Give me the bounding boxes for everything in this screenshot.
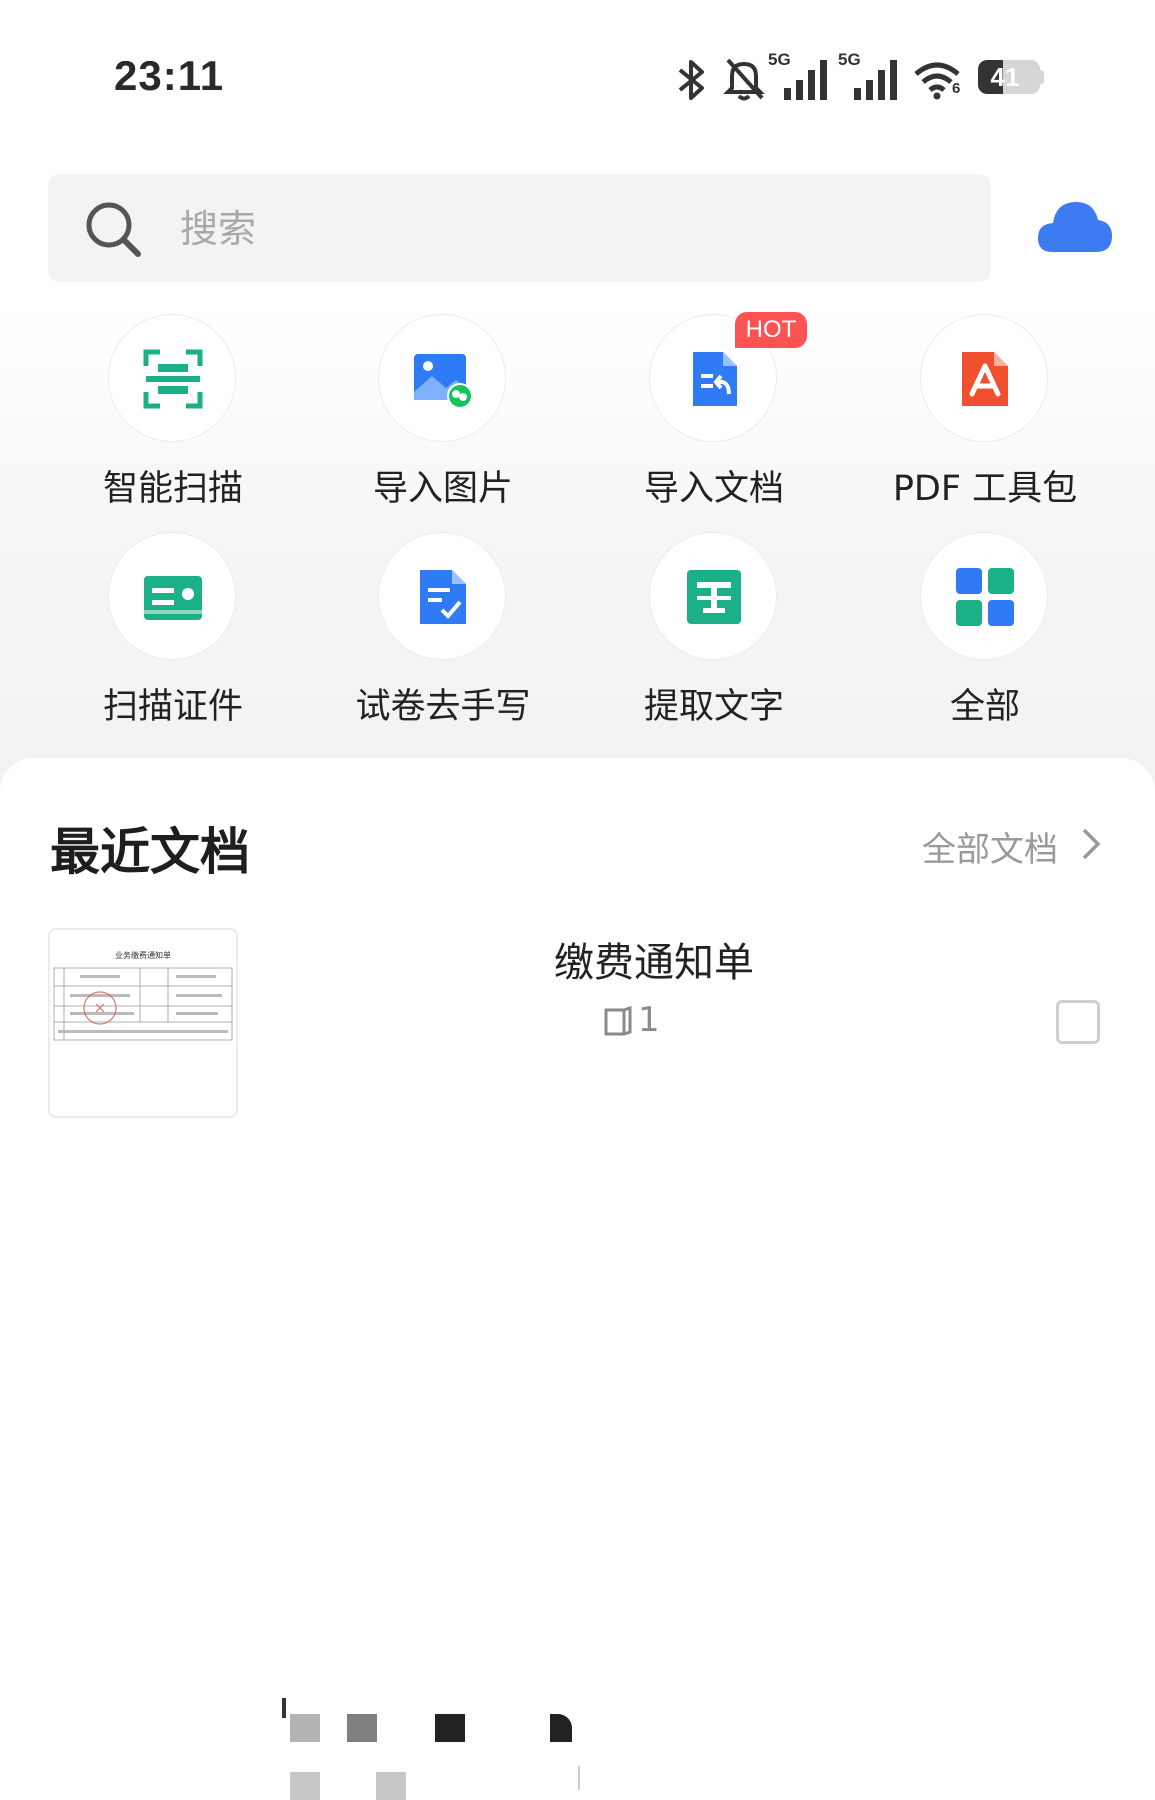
document-thumbnail[interactable]: 业务缴费通知单 <box>48 928 238 1118</box>
id-card-icon <box>144 576 202 620</box>
pages-icon <box>604 1006 632 1036</box>
tool-icon-circle <box>649 532 777 660</box>
battery-icon: 41 <box>978 60 1040 94</box>
redaction-mask <box>376 1772 406 1800</box>
extract-text-icon <box>687 570 741 624</box>
tool-extract-text[interactable]: 提取文字 <box>589 532 839 732</box>
document-select-checkbox[interactable] <box>1056 1000 1100 1044</box>
pdf-icon <box>962 352 1008 406</box>
tool-label: 导入图片 <box>372 469 513 509</box>
search-bar[interactable] <box>48 174 991 282</box>
tool-label: 扫描证件 <box>102 687 243 727</box>
tool-icon-circle <box>378 532 506 660</box>
status-time: 23:11 <box>114 52 225 99</box>
status-icons: 5G 5G 6 41 <box>670 48 1050 108</box>
chevron-right-icon[interactable] <box>1080 826 1102 862</box>
tool-label: 试卷去手写 <box>355 687 531 727</box>
tool-icon-circle <box>920 532 1048 660</box>
tool-import-document[interactable]: HOT 导入文档 <box>589 312 839 514</box>
redaction-mask <box>435 1714 465 1742</box>
hot-badge: HOT <box>735 312 807 348</box>
thumbnail-title: 业务缴费通知单 <box>115 951 171 960</box>
document-page-count: 1 <box>638 1000 660 1040</box>
redaction-mask <box>290 1714 320 1742</box>
image-wechat-icon <box>414 354 473 409</box>
tool-remove-handwriting[interactable]: 试卷去手写 <box>318 532 568 732</box>
tool-import-image[interactable]: 导入图片 <box>318 314 568 514</box>
scan-icon <box>143 349 203 409</box>
thumbnail-table <box>53 967 233 1041</box>
tool-label: 全部 <box>949 687 1020 727</box>
search-input[interactable] <box>178 200 942 258</box>
tool-label: 提取文字 <box>643 687 784 727</box>
recent-documents-title: 最近文档 <box>50 823 250 881</box>
tool-icon-circle <box>378 314 506 442</box>
battery-tip <box>1040 70 1044 84</box>
bluetooth-icon <box>678 60 704 100</box>
recent-documents-card: 最近文档 全部文档 业务缴费通知单 缴费通知单 <box>0 758 1155 1800</box>
document-title-text: 缴费通知单 <box>554 940 754 986</box>
tool-smart-scan[interactable]: 智能扫描 <box>48 314 298 514</box>
grid-icon <box>956 568 1014 626</box>
battery-level: 41 <box>990 62 1020 92</box>
signal-icon <box>854 60 897 100</box>
tool-scan-id[interactable]: 扫描证件 <box>48 532 298 732</box>
tool-pdf-toolkit[interactable]: PDF 工具包 <box>860 314 1110 514</box>
document-title: 缴费通知单 <box>280 930 754 988</box>
redaction-mask <box>282 1698 286 1718</box>
wifi-sub-label: 6 <box>952 80 961 97</box>
tool-label: PDF 工具包 <box>892 469 1078 509</box>
tool-all[interactable]: 全部 <box>860 532 1110 732</box>
redaction-mask <box>290 1772 320 1800</box>
meta-divider <box>578 1766 580 1790</box>
cloud-icon[interactable] <box>1036 196 1114 256</box>
all-documents-link[interactable]: 全部文档 <box>922 822 1058 871</box>
signal-icon <box>784 60 827 100</box>
bell-muted-icon <box>723 58 765 101</box>
tool-label: 智能扫描 <box>102 469 243 509</box>
tool-icon-circle <box>108 314 236 442</box>
redaction-mask <box>550 1714 572 1742</box>
exam-icon <box>420 570 466 624</box>
import-doc-icon <box>693 352 737 406</box>
tool-icon-circle <box>920 314 1048 442</box>
tool-label: 导入文档 <box>643 469 784 509</box>
search-icon <box>86 202 141 257</box>
redaction-mask <box>347 1714 377 1742</box>
tool-icon-circle <box>108 532 236 660</box>
